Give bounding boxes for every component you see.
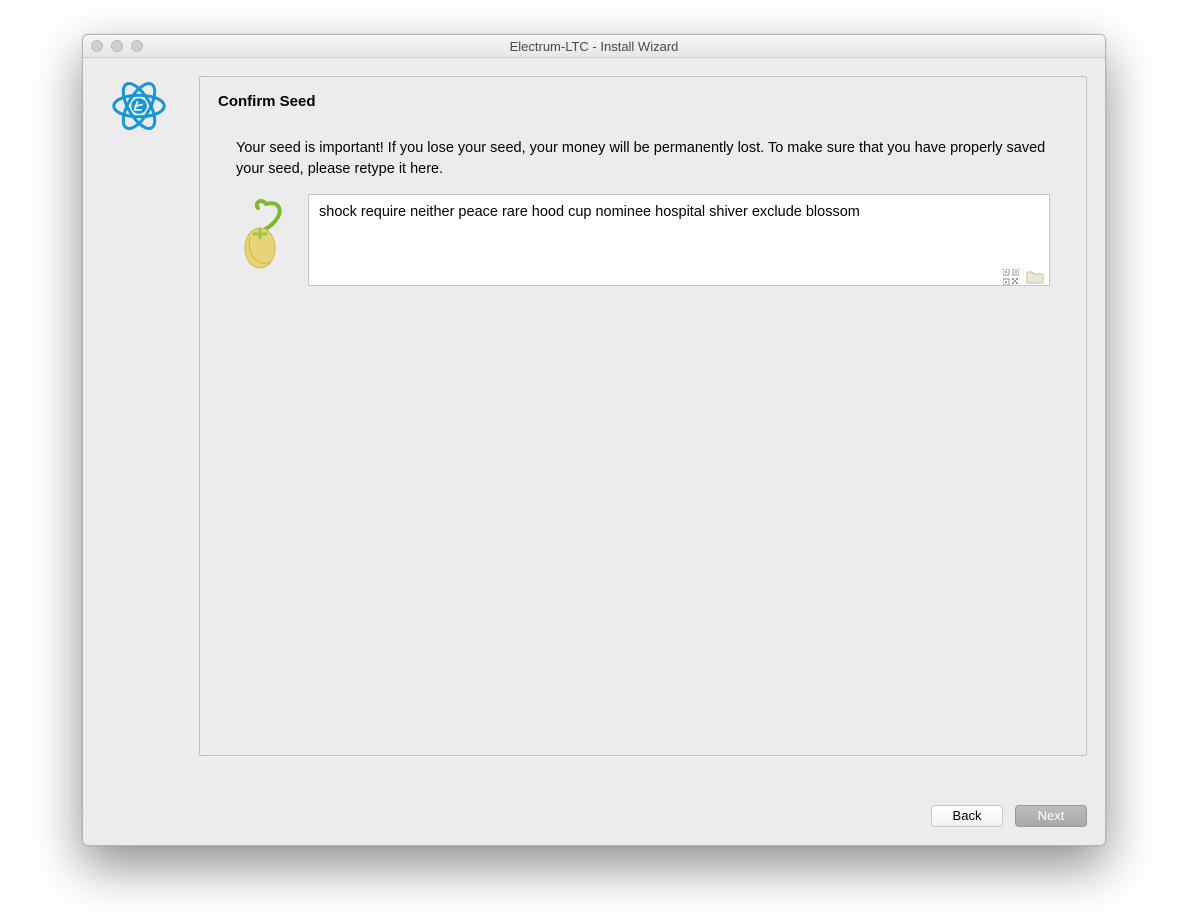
window-title: Electrum-LTC - Install Wizard xyxy=(83,39,1105,54)
install-wizard-window: Electrum-LTC - Install Wizard xyxy=(82,34,1106,846)
window-body: Confirm Seed Your seed is important! If … xyxy=(83,58,1105,845)
seed-sprout-icon xyxy=(236,258,288,273)
zoom-window-button[interactable] xyxy=(131,40,143,52)
back-button[interactable]: Back xyxy=(931,805,1003,827)
window-controls xyxy=(91,40,143,52)
electrum-ltc-logo-icon xyxy=(109,76,169,139)
minimize-window-button[interactable] xyxy=(111,40,123,52)
wizard-buttons: Back Next xyxy=(931,805,1087,827)
panel-heading: Confirm Seed xyxy=(218,93,1068,110)
folder-icon[interactable] xyxy=(1026,269,1044,285)
close-window-button[interactable] xyxy=(91,40,103,52)
content-panel: Confirm Seed Your seed is important! If … xyxy=(199,76,1087,756)
qr-code-icon[interactable] xyxy=(1002,269,1020,285)
panel-description: Your seed is important! If you lose your… xyxy=(236,138,1050,180)
next-button[interactable]: Next xyxy=(1015,805,1087,827)
seed-input[interactable] xyxy=(308,194,1050,286)
titlebar: Electrum-LTC - Install Wizard xyxy=(83,35,1105,58)
